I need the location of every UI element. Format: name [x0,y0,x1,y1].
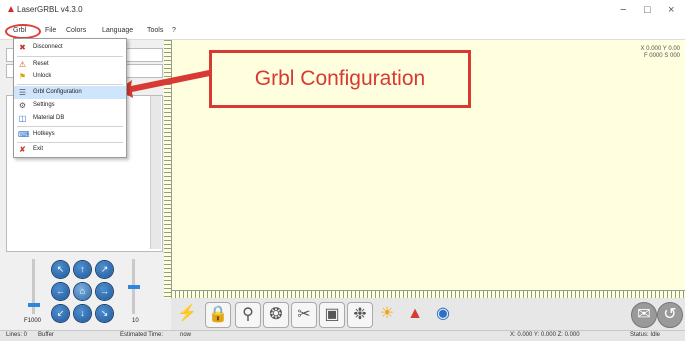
reset-round-icon[interactable]: ↺ [657,302,683,328]
title-bar: ▲ LaserGRBL v4.3.0 − □ × [0,0,685,22]
lightning-icon[interactable]: ⚡ [175,302,199,326]
laser-icon[interactable]: ▲ [403,302,427,326]
arrow-up-icon: ↑ [80,264,85,274]
jog-home-button[interactable]: ⌂ [74,283,91,300]
settings-icon: ⚙ [18,101,27,110]
disconnect-icon: ✖ [19,43,26,52]
jog-sw-button[interactable]: ↙ [52,305,69,322]
grbl-dropdown-menu: ✖ Disconnect ⚠ Reset ⚑ Unlock ☰ Grbl Con… [13,38,127,158]
menu-item-unlock[interactable]: ⚑ Unlock [14,70,126,83]
maximize-button[interactable]: □ [644,4,651,16]
estimated-time-label: Estimated Time: [120,332,164,338]
arrow-right-icon: → [100,286,109,296]
target-icon[interactable]: ❉ [347,302,373,328]
arrow-left-icon: ← [56,286,65,296]
arrow-ne-icon: ↗ [100,264,109,274]
sun-icon[interactable]: ☀ [375,302,399,326]
lock-icon[interactable]: 🔒 [205,302,231,328]
material-db-icon: ◫ [18,114,27,123]
color-wheel-icon[interactable]: ◉ [431,302,455,326]
menu-help[interactable]: ? [172,27,176,34]
globe-icon[interactable]: ❂ [263,302,289,328]
estimated-time-value: now [180,332,192,338]
minimize-button[interactable]: − [620,4,626,16]
menu-tools[interactable]: Tools [147,27,163,34]
callout-box: Grbl Configuration [209,50,471,108]
grbl-configuration-icon: ☰ [18,88,27,97]
jog-se-button[interactable]: ↘ [96,305,113,322]
jog-panel: ↖ ↑ ↗ ← ⌂ → ↙ ↓ ↘ F1000 10 [4,255,162,328]
arrow-sw-icon: ↙ [56,308,65,318]
bottom-toolbar: ⚡ 🔒 ⚲ ❂ ✂ ▣ ❉ ☀ ▲ ◉ ✉ ↺ [171,298,685,330]
arrow-down-icon: ↓ [80,308,85,318]
jog-s-button[interactable]: ↓ [74,305,91,322]
cut-icon[interactable]: ✂ [291,302,317,328]
menu-item-disconnect[interactable]: ✖ Disconnect [14,41,126,54]
menu-separator [17,56,123,57]
coordinates-readout: X 0.000 Y 0.00 [640,46,680,52]
menu-colors[interactable]: Colors [66,27,86,34]
menu-item-exit[interactable]: ✘ Exit [14,143,126,156]
menu-item-hotkeys[interactable]: ⌨ Hotkeys [14,128,126,141]
menu-item-grbl-configuration[interactable]: ☰ Grbl Configuration [14,86,126,99]
jog-e-button[interactable]: → [96,283,113,300]
jog-nw-button[interactable]: ↖ [52,261,69,278]
window-title: LaserGRBL v4.3.0 [17,5,83,14]
speed-slider-thumb[interactable] [28,303,40,307]
step-label: 10 [132,318,139,324]
exit-icon: ✘ [19,145,26,154]
zoom-icon[interactable]: ⚲ [235,302,261,328]
jog-ne-button[interactable]: ↗ [96,261,113,278]
feed-readout: F 0000 S 000 [643,53,680,59]
position-readout: X: 0.000 Y: 0.000 Z: 0.000 [510,332,580,338]
menu-file[interactable]: File [45,27,56,34]
callout-arrow [118,70,210,98]
menu-separator [17,126,123,127]
unlock-icon: ⚑ [18,72,27,81]
jog-w-button[interactable]: ← [52,283,69,300]
menu-item-settings[interactable]: ⚙ Settings [14,99,126,112]
hotkeys-icon: ⌨ [18,130,30,139]
menu-language[interactable]: Language [102,27,133,34]
reset-icon: ⚠ [18,60,27,69]
speed-label: F1000 [24,318,42,324]
console-scrollbar[interactable] [150,96,161,249]
frame-icon[interactable]: ▣ [319,302,345,328]
home-icon: ⌂ [79,286,86,296]
lines-count: Lines: 0 [6,332,28,338]
menu-separator [17,84,123,85]
callout-text: Grbl Configuration [254,67,426,90]
app-logo-icon: ▲ [6,4,16,15]
menu-item-material-db[interactable]: ◫ Material DB [14,112,126,125]
machine-status: Status: Idle [630,332,661,338]
grbl-menu-highlight-circle [5,24,41,39]
step-slider-thumb[interactable] [128,285,140,289]
walk-icon[interactable]: ✉ [631,302,657,328]
close-button[interactable]: × [668,4,674,16]
jog-n-button[interactable]: ↑ [74,261,91,278]
arrow-nw-icon: ↖ [56,264,65,274]
status-bar: Lines: 0 Buffer Estimated Time: now X: 0… [0,330,685,341]
buffer-label: Buffer [38,332,54,338]
arrow-se-icon: ↘ [100,308,109,318]
